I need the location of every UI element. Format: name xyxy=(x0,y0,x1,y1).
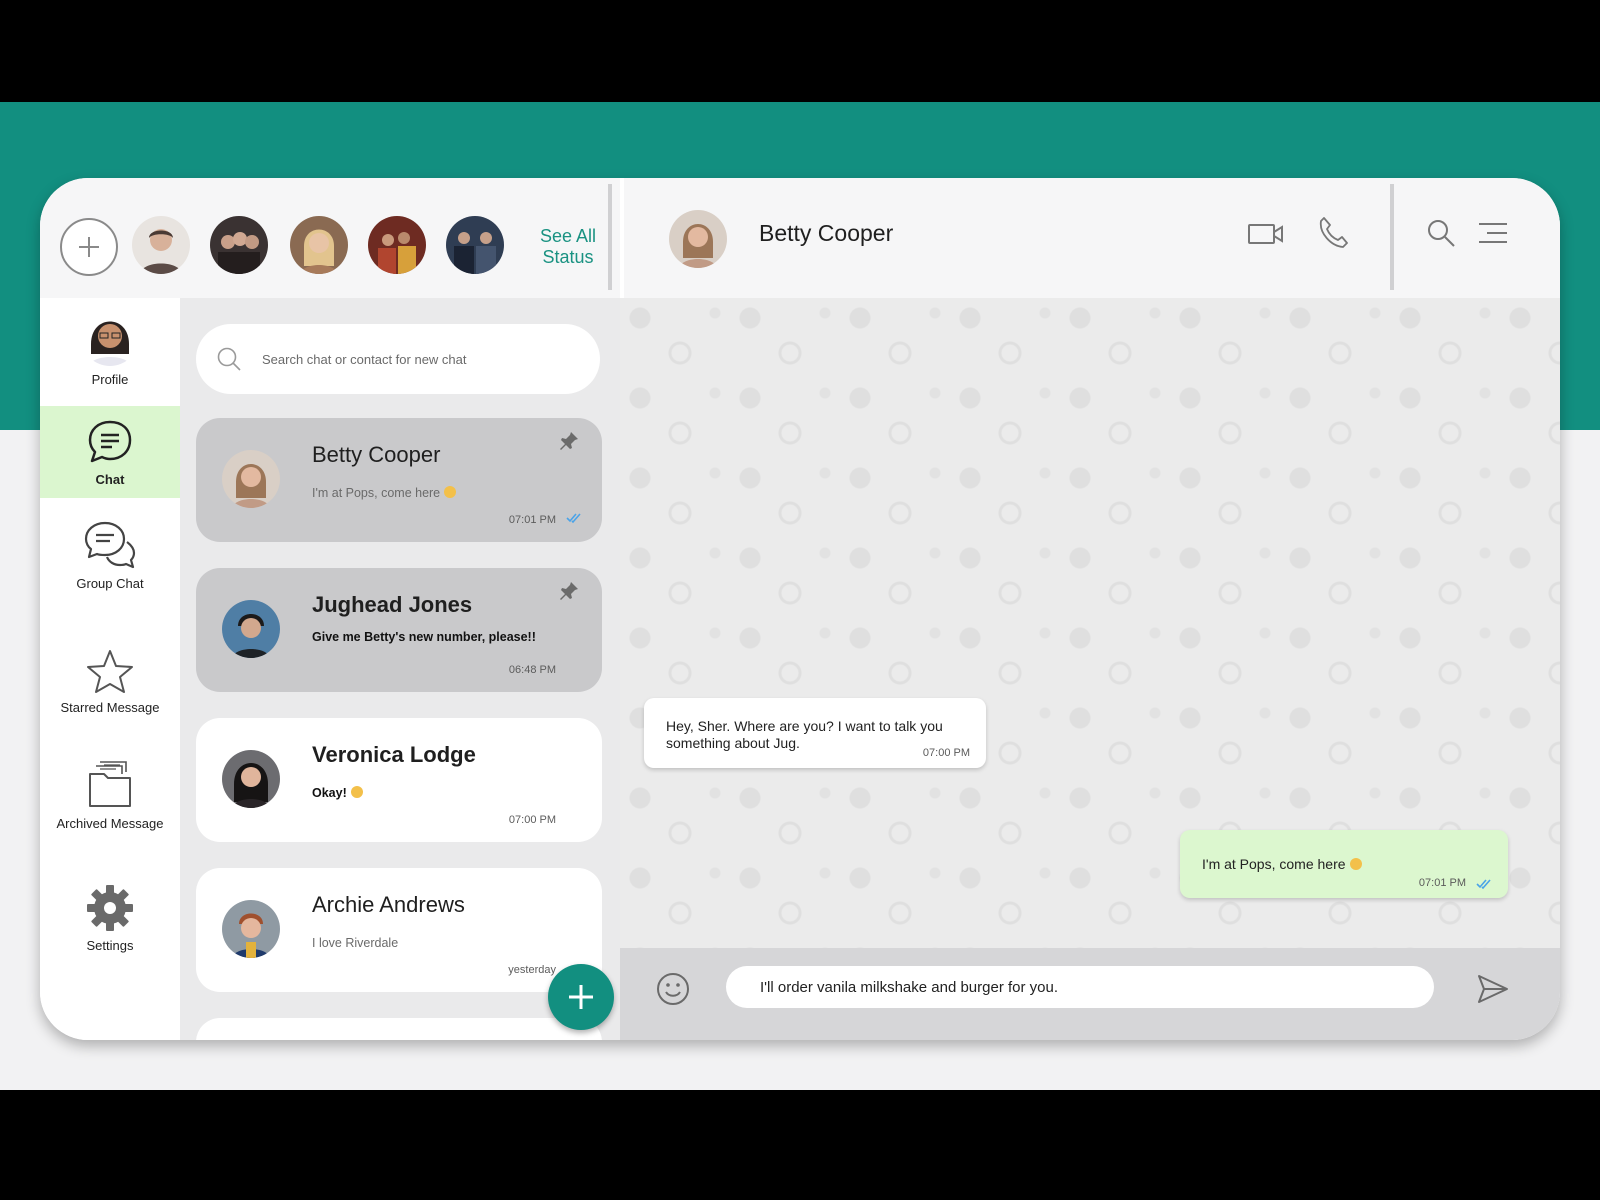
message-composer xyxy=(620,948,1560,1040)
conversation-area: Hey, Sher. Where are you? I want to talk… xyxy=(620,298,1560,948)
search-input[interactable] xyxy=(262,351,562,367)
chat-bubble-icon xyxy=(88,420,132,463)
incoming-message-bubble: Hey, Sher. Where are you? I want to talk… xyxy=(644,698,986,768)
chat-list-item[interactable]: Betty Cooper I'm at Pops, come here 07:0… xyxy=(196,418,602,542)
message-input[interactable] xyxy=(726,966,1434,1008)
nav-starred-message[interactable]: Starred Message xyxy=(40,648,180,738)
smile-emoji-icon xyxy=(444,486,457,498)
chat-preview: I love Riverdale xyxy=(312,936,399,950)
new-chat-button[interactable] xyxy=(548,964,614,1030)
nav-profile[interactable]: Profile xyxy=(40,308,180,406)
nav-group-chat[interactable]: Group Chat xyxy=(40,520,180,610)
star-icon xyxy=(87,650,133,693)
chat-name: Veronica Lodge xyxy=(312,742,476,767)
group-chat-icon xyxy=(84,521,136,569)
emoji-icon[interactable] xyxy=(656,972,690,1006)
chat-name: Jughead Jones xyxy=(312,592,473,617)
double-check-icon xyxy=(1476,879,1491,890)
status-avatar[interactable] xyxy=(290,216,348,274)
contact-avatar xyxy=(222,900,280,958)
profile-avatar xyxy=(81,308,139,366)
contact-avatar xyxy=(222,750,280,808)
status-bar: See All Status xyxy=(40,178,620,298)
plus-icon xyxy=(569,985,593,1009)
chat-header: Betty Cooper xyxy=(624,178,1560,298)
chat-preview: Give me Betty's new number, please!! xyxy=(312,630,536,644)
pin-icon xyxy=(560,432,578,450)
smile-emoji-icon xyxy=(1349,858,1362,870)
gear-icon xyxy=(87,885,133,931)
status-avatar[interactable] xyxy=(446,216,504,274)
nav-starred-label: Starred Message xyxy=(60,700,160,715)
chat-time: yesterday xyxy=(508,964,556,976)
video-call-button[interactable] xyxy=(1246,218,1286,250)
double-check-icon xyxy=(566,513,581,524)
plus-icon xyxy=(79,237,99,257)
nav-profile-label: Profile xyxy=(91,372,129,387)
contact-name: Betty Cooper xyxy=(759,220,894,246)
chat-time: 07:01 PM xyxy=(508,514,556,526)
chat-list-item[interactable]: Veronica Lodge Okay! 07:00 PM xyxy=(196,718,602,842)
nav-archived-label: Archived Message xyxy=(56,816,164,831)
chat-name: Archie Andrews xyxy=(312,892,465,917)
see-all-status-link[interactable]: See All Status xyxy=(526,226,610,268)
video-call-icon xyxy=(1248,224,1283,244)
incoming-message-text: Hey, Sher. Where are you? I want to talk… xyxy=(666,718,943,751)
search-icon xyxy=(217,347,241,371)
outgoing-message-bubble: I'm at Pops, come here 07:01 PM xyxy=(1180,830,1508,898)
status-avatar[interactable] xyxy=(210,216,268,274)
pin-icon xyxy=(560,582,578,600)
menu-button[interactable] xyxy=(1476,218,1510,248)
incoming-message-time: 07:00 PM xyxy=(922,747,970,759)
nav-settings[interactable]: Settings xyxy=(40,884,180,974)
chat-list-item[interactable] xyxy=(196,1018,602,1040)
archive-folder-icon xyxy=(89,761,131,807)
status-avatar[interactable] xyxy=(368,216,426,274)
menu-icon xyxy=(1479,223,1507,243)
chat-name: Betty Cooper xyxy=(312,442,441,467)
search-icon xyxy=(1428,220,1455,247)
smile-emoji-icon xyxy=(350,786,363,798)
phone-icon xyxy=(1319,217,1348,248)
chat-app-window: See All Status Betty Cooper Profile Chat… xyxy=(40,178,1560,1040)
contact-avatar xyxy=(222,600,280,658)
search-chat-button[interactable] xyxy=(1424,216,1458,250)
outgoing-message-text: I'm at Pops, come here xyxy=(1202,856,1346,872)
nav-chat[interactable]: Chat xyxy=(40,406,180,498)
nav-rail: Profile Chat Group Chat Starred Message … xyxy=(40,298,180,1040)
header-divider xyxy=(608,184,612,290)
chat-time: 07:00 PM xyxy=(508,814,556,826)
header-divider xyxy=(1390,184,1394,290)
status-avatar[interactable] xyxy=(132,216,190,274)
chat-list-item[interactable]: Jughead Jones Give me Betty's new number… xyxy=(196,568,602,692)
contact-avatar xyxy=(222,450,280,508)
search-box[interactable] xyxy=(196,324,600,394)
send-icon[interactable] xyxy=(1476,972,1510,1006)
chat-preview: Okay! xyxy=(312,786,542,800)
add-status-button[interactable] xyxy=(60,218,118,276)
nav-group-chat-label: Group Chat xyxy=(76,576,144,591)
nav-settings-label: Settings xyxy=(86,938,134,953)
chat-preview: I'm at Pops, come here xyxy=(312,486,542,500)
phone-call-button[interactable] xyxy=(1316,214,1350,250)
chat-time: 06:48 PM xyxy=(508,664,556,676)
chat-list-item[interactable]: Archie Andrews I love Riverdale yesterda… xyxy=(196,868,602,992)
nav-archived-message[interactable]: Archived Message xyxy=(40,760,180,856)
contact-avatar[interactable] xyxy=(669,210,727,268)
nav-chat-label: Chat xyxy=(95,472,125,487)
chat-list-panel: Betty Cooper I'm at Pops, come here 07:0… xyxy=(180,298,624,1040)
outgoing-message-time: 07:01 PM xyxy=(1418,877,1466,889)
